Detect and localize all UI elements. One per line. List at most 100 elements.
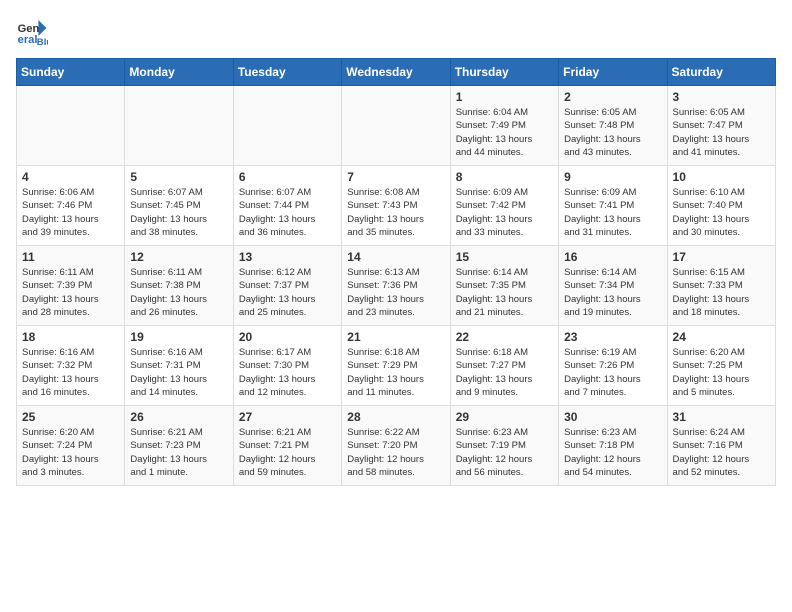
header-thursday: Thursday — [450, 59, 558, 86]
day-cell: 14 Sunrise: 6:13 AM Sunset: 7:36 PM Dayli… — [342, 246, 450, 326]
day-number: 14 — [347, 250, 444, 264]
day-cell: 26 Sunrise: 6:21 AM Sunset: 7:23 PM Dayli… — [125, 406, 233, 486]
day-info: Sunrise: 6:09 AM Sunset: 7:41 PM Dayligh… — [564, 186, 661, 239]
svg-text:Gen: Gen — [18, 23, 40, 35]
day-number: 23 — [564, 330, 661, 344]
day-number: 26 — [130, 410, 227, 424]
day-number: 9 — [564, 170, 661, 184]
day-number: 1 — [456, 90, 553, 104]
day-info: Sunrise: 6:06 AM Sunset: 7:46 PM Dayligh… — [22, 186, 119, 239]
header-friday: Friday — [559, 59, 667, 86]
day-number: 19 — [130, 330, 227, 344]
day-info: Sunrise: 6:05 AM Sunset: 7:48 PM Dayligh… — [564, 106, 661, 159]
week-row-0: 1 Sunrise: 6:04 AM Sunset: 7:49 PM Daylig… — [17, 86, 776, 166]
day-cell: 5 Sunrise: 6:07 AM Sunset: 7:45 PM Daylig… — [125, 166, 233, 246]
day-cell: 9 Sunrise: 6:09 AM Sunset: 7:41 PM Daylig… — [559, 166, 667, 246]
day-number: 21 — [347, 330, 444, 344]
day-info: Sunrise: 6:18 AM Sunset: 7:29 PM Dayligh… — [347, 346, 444, 399]
day-info: Sunrise: 6:08 AM Sunset: 7:43 PM Dayligh… — [347, 186, 444, 239]
day-number: 28 — [347, 410, 444, 424]
day-info: Sunrise: 6:22 AM Sunset: 7:20 PM Dayligh… — [347, 426, 444, 479]
day-info: Sunrise: 6:21 AM Sunset: 7:21 PM Dayligh… — [239, 426, 336, 479]
day-number: 29 — [456, 410, 553, 424]
day-info: Sunrise: 6:16 AM Sunset: 7:31 PM Dayligh… — [130, 346, 227, 399]
day-number: 10 — [673, 170, 770, 184]
day-cell: 6 Sunrise: 6:07 AM Sunset: 7:44 PM Daylig… — [233, 166, 341, 246]
day-number: 13 — [239, 250, 336, 264]
day-info: Sunrise: 6:04 AM Sunset: 7:49 PM Dayligh… — [456, 106, 553, 159]
day-number: 7 — [347, 170, 444, 184]
day-cell: 25 Sunrise: 6:20 AM Sunset: 7:24 PM Dayli… — [17, 406, 125, 486]
day-number: 22 — [456, 330, 553, 344]
day-info: Sunrise: 6:20 AM Sunset: 7:25 PM Dayligh… — [673, 346, 770, 399]
day-number: 31 — [673, 410, 770, 424]
day-cell: 12 Sunrise: 6:11 AM Sunset: 7:38 PM Dayli… — [125, 246, 233, 326]
day-cell: 22 Sunrise: 6:18 AM Sunset: 7:27 PM Dayli… — [450, 326, 558, 406]
day-cell: 16Sunrise: 6:14 AM Sunset: 7:34 PM Dayli… — [559, 246, 667, 326]
day-cell: 28 Sunrise: 6:22 AM Sunset: 7:20 PM Dayli… — [342, 406, 450, 486]
day-number: 27 — [239, 410, 336, 424]
svg-text:Blue: Blue — [37, 37, 48, 48]
logo-icon: Gen eral Blue — [16, 16, 48, 48]
day-info: Sunrise: 6:16 AM Sunset: 7:32 PM Dayligh… — [22, 346, 119, 399]
day-number: 12 — [130, 250, 227, 264]
day-info: Sunrise: 6:20 AM Sunset: 7:24 PM Dayligh… — [22, 426, 119, 479]
day-cell — [233, 86, 341, 166]
day-number: 15 — [456, 250, 553, 264]
day-info: Sunrise: 6:15 AM Sunset: 7:33 PM Dayligh… — [673, 266, 770, 319]
day-number: 18 — [22, 330, 119, 344]
svg-text:eral: eral — [18, 34, 38, 46]
day-cell: 11Sunrise: 6:11 AM Sunset: 7:39 PM Dayli… — [17, 246, 125, 326]
day-cell: 15 Sunrise: 6:14 AM Sunset: 7:35 PM Dayli… — [450, 246, 558, 326]
header-wednesday: Wednesday — [342, 59, 450, 86]
day-cell: 7 Sunrise: 6:08 AM Sunset: 7:43 PM Daylig… — [342, 166, 450, 246]
day-cell: 8 Sunrise: 6:09 AM Sunset: 7:42 PM Daylig… — [450, 166, 558, 246]
day-number: 16 — [564, 250, 661, 264]
day-number: 20 — [239, 330, 336, 344]
day-info: Sunrise: 6:09 AM Sunset: 7:42 PM Dayligh… — [456, 186, 553, 239]
day-number: 2 — [564, 90, 661, 104]
day-cell — [342, 86, 450, 166]
day-info: Sunrise: 6:12 AM Sunset: 7:37 PM Dayligh… — [239, 266, 336, 319]
day-info: Sunrise: 6:11 AM Sunset: 7:38 PM Dayligh… — [130, 266, 227, 319]
day-cell: 13 Sunrise: 6:12 AM Sunset: 7:37 PM Dayli… — [233, 246, 341, 326]
day-info: Sunrise: 6:17 AM Sunset: 7:30 PM Dayligh… — [239, 346, 336, 399]
day-number: 24 — [673, 330, 770, 344]
day-cell: 2 Sunrise: 6:05 AM Sunset: 7:48 PM Daylig… — [559, 86, 667, 166]
day-number: 4 — [22, 170, 119, 184]
day-info: Sunrise: 6:23 AM Sunset: 7:19 PM Dayligh… — [456, 426, 553, 479]
day-number: 8 — [456, 170, 553, 184]
day-cell: 3Sunrise: 6:05 AM Sunset: 7:47 PM Daylig… — [667, 86, 775, 166]
day-cell: 24 Sunrise: 6:20 AM Sunset: 7:25 PM Dayli… — [667, 326, 775, 406]
header-monday: Monday — [125, 59, 233, 86]
calendar-table: SundayMondayTuesdayWednesdayThursdayFrid… — [16, 58, 776, 486]
day-number: 5 — [130, 170, 227, 184]
day-info: Sunrise: 6:07 AM Sunset: 7:44 PM Dayligh… — [239, 186, 336, 239]
day-info: Sunrise: 6:14 AM Sunset: 7:35 PM Dayligh… — [456, 266, 553, 319]
day-info: Sunrise: 6:07 AM Sunset: 7:45 PM Dayligh… — [130, 186, 227, 239]
day-cell — [17, 86, 125, 166]
day-info: Sunrise: 6:13 AM Sunset: 7:36 PM Dayligh… — [347, 266, 444, 319]
week-row-1: 4 Sunrise: 6:06 AM Sunset: 7:46 PM Daylig… — [17, 166, 776, 246]
day-number: 25 — [22, 410, 119, 424]
day-cell: 1 Sunrise: 6:04 AM Sunset: 7:49 PM Daylig… — [450, 86, 558, 166]
day-cell: 30Sunrise: 6:23 AM Sunset: 7:18 PM Dayli… — [559, 406, 667, 486]
week-row-3: 18 Sunrise: 6:16 AM Sunset: 7:32 PM Dayli… — [17, 326, 776, 406]
day-cell: 20 Sunrise: 6:17 AM Sunset: 7:30 PM Dayli… — [233, 326, 341, 406]
day-number: 3 — [673, 90, 770, 104]
header-sunday: Sunday — [17, 59, 125, 86]
week-row-2: 11Sunrise: 6:11 AM Sunset: 7:39 PM Dayli… — [17, 246, 776, 326]
day-cell: 17 Sunrise: 6:15 AM Sunset: 7:33 PM Dayli… — [667, 246, 775, 326]
day-number: 6 — [239, 170, 336, 184]
day-number: 17 — [673, 250, 770, 264]
day-cell: 27 Sunrise: 6:21 AM Sunset: 7:21 PM Dayli… — [233, 406, 341, 486]
day-cell: 4 Sunrise: 6:06 AM Sunset: 7:46 PM Daylig… — [17, 166, 125, 246]
day-cell: 18 Sunrise: 6:16 AM Sunset: 7:32 PM Dayli… — [17, 326, 125, 406]
day-cell — [125, 86, 233, 166]
day-info: Sunrise: 6:21 AM Sunset: 7:23 PM Dayligh… — [130, 426, 227, 479]
header-tuesday: Tuesday — [233, 59, 341, 86]
day-info: Sunrise: 6:23 AM Sunset: 7:18 PM Dayligh… — [564, 426, 661, 479]
logo: Gen eral Blue — [16, 16, 52, 48]
day-number: 11 — [22, 250, 119, 264]
day-info: Sunrise: 6:18 AM Sunset: 7:27 PM Dayligh… — [456, 346, 553, 399]
